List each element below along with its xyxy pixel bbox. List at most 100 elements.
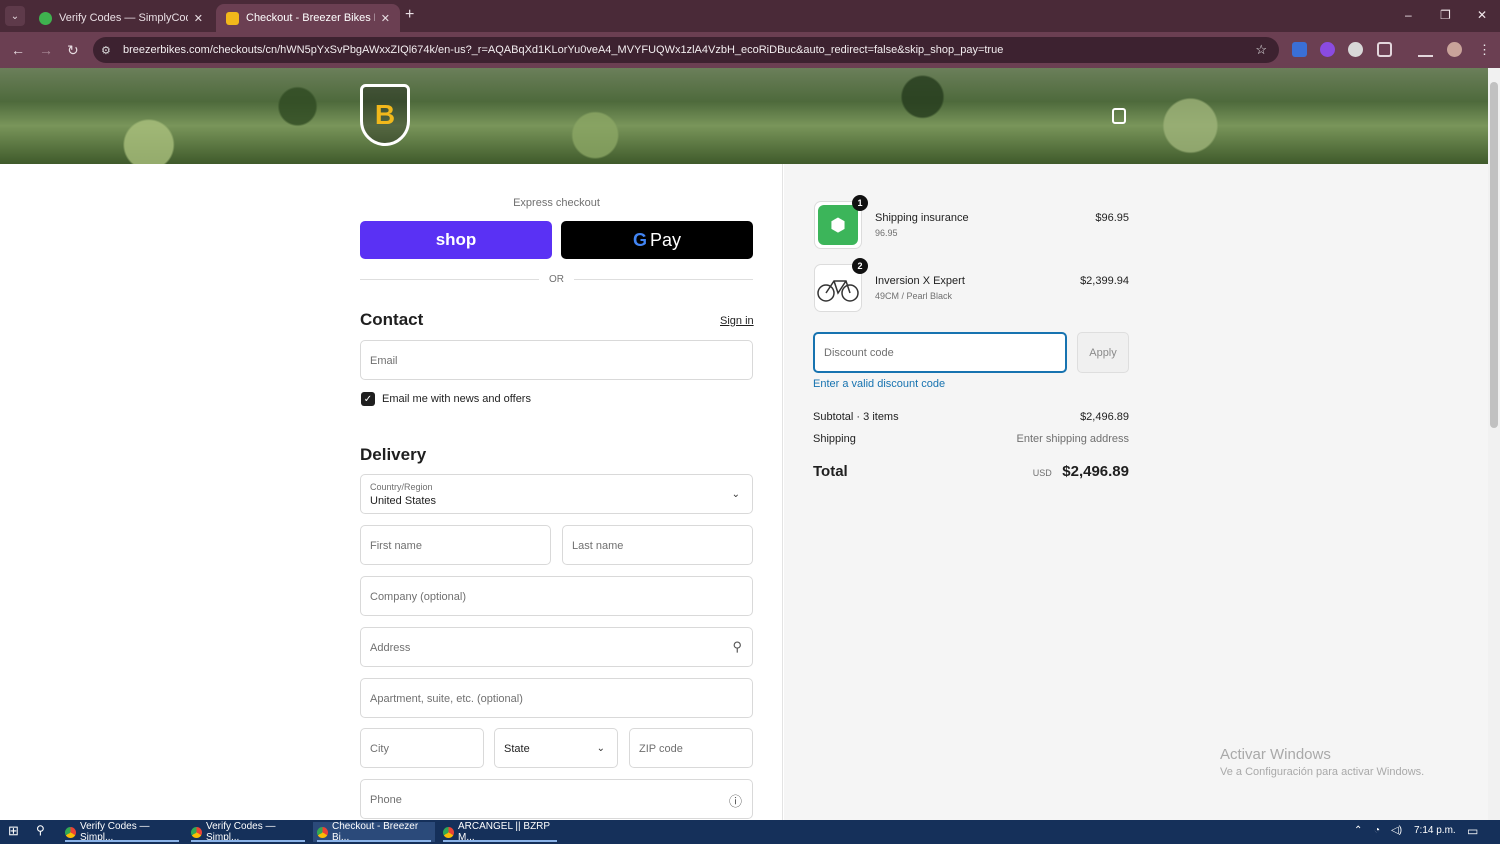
browser-tab-strip: ⌄ Verify Codes — SimplyCodes ✕ Checkout … (0, 0, 1500, 32)
line-item: ⬢ 1 Shipping insurance 96.95 $96.95 (814, 195, 1129, 249)
clock-time[interactable]: 7:14 p.m. (1414, 825, 1456, 836)
tab-list-chevron-icon[interactable]: ⌄ (5, 6, 25, 26)
tab-verify-codes[interactable]: Verify Codes — SimplyCodes ✕ (29, 4, 213, 32)
network-icon[interactable]: ◔ (1374, 825, 1380, 836)
new-tab-button[interactable]: + (405, 6, 414, 24)
phone-field[interactable]: Phone ⓘ (360, 779, 753, 819)
city-field[interactable]: City (360, 728, 484, 768)
company-field[interactable]: Company (optional) (360, 576, 753, 616)
address-bar-row: ← → ↻ ⚙ breezerbikes.com/checkouts/cn/hW… (0, 32, 1500, 68)
google-pay-button[interactable]: G Pay (561, 221, 753, 259)
minimize-button[interactable]: – (1405, 8, 1412, 22)
extension-purple-icon[interactable] (1320, 42, 1335, 57)
scrollbar-thumb[interactable] (1490, 82, 1498, 428)
back-icon[interactable]: ← (11, 42, 25, 58)
taskbar-item[interactable]: Verify Codes — Simpl... (61, 821, 183, 843)
zip-placeholder: ZIP code (639, 743, 683, 755)
first-name-field[interactable]: First name (360, 525, 551, 565)
search-icon[interactable]: ⚲ (36, 823, 45, 837)
simplycodes-favicon-icon (39, 11, 52, 25)
email-placeholder: Email (370, 355, 398, 367)
state-placeholder: State (504, 743, 530, 755)
last-name-field[interactable]: Last name (562, 525, 753, 565)
country-select[interactable]: Country/Region United States ⌄ (360, 474, 753, 514)
shipping-value: Enter shipping address (1016, 433, 1129, 445)
item-price: $2,399.94 (1080, 275, 1129, 287)
tab-close-icon[interactable]: ✕ (381, 12, 390, 25)
discount-code-input[interactable]: Discount code (813, 332, 1067, 373)
windows-taskbar: ⊞ ⚲ Verify Codes — Simpl... Verify Codes… (0, 820, 1500, 844)
discount-error-message: Enter a valid discount code (813, 378, 946, 390)
bike-thumbnail: 2 (814, 258, 868, 312)
apartment-field[interactable]: Apartment, suite, etc. (optional) (360, 678, 753, 718)
email-field[interactable]: Email (360, 340, 753, 380)
item-price: $96.95 (1095, 212, 1129, 224)
address-placeholder: Address (370, 642, 411, 654)
notifications-icon[interactable]: ▭ (1467, 824, 1478, 838)
chrome-icon (191, 826, 202, 838)
menu-kebab-icon[interactable]: ⋮ (1478, 42, 1493, 57)
shop-pay-button[interactable]: shop (360, 221, 552, 259)
or-divider: OR (360, 274, 753, 285)
extensions-puzzle-icon[interactable] (1377, 42, 1392, 57)
shipping-row: Shipping Enter shipping address (813, 433, 1129, 445)
chevron-down-icon: ⌄ (596, 743, 605, 754)
first-name-placeholder: First name (370, 540, 422, 552)
tab-close-icon[interactable]: ✕ (194, 12, 203, 25)
windows-activation-watermark: Activar Windows Ve a Configuración para … (1220, 746, 1424, 778)
newsletter-checkbox[interactable]: ✓ (361, 392, 375, 406)
phone-placeholder: Phone (370, 794, 402, 806)
tray-chevron-up-icon[interactable]: ⌃ (1354, 825, 1362, 836)
apply-discount-button[interactable]: Apply (1077, 332, 1129, 373)
taskbar-item[interactable]: ARCANGEL || BZRP M... (439, 821, 561, 843)
page-scrollbar[interactable] (1488, 68, 1500, 820)
quantity-badge: 2 (852, 258, 868, 274)
state-select[interactable]: State ⌄ (494, 728, 618, 768)
taskbar-item-label: ARCANGEL || BZRP M... (458, 821, 550, 843)
shield-icon: ⬢ (818, 205, 858, 245)
chrome-icon (65, 826, 76, 838)
shopping-bag-icon[interactable] (1112, 108, 1126, 124)
watermark-subtitle: Ve a Configuración para activar Windows. (1220, 766, 1425, 778)
company-placeholder: Company (optional) (370, 591, 466, 603)
address-field[interactable]: Address ⚲ (360, 627, 753, 667)
chrome-icon (443, 826, 454, 838)
restore-button[interactable]: ❐ (1440, 8, 1451, 22)
translate-extension-icon[interactable] (1292, 42, 1307, 57)
total-currency: USD (1032, 468, 1052, 478)
reload-icon[interactable]: ↻ (67, 42, 79, 59)
quantity-badge: 1 (852, 195, 868, 211)
item-name: Inversion X Expert (875, 275, 965, 287)
forward-icon[interactable]: → (39, 42, 53, 58)
breezer-logo[interactable]: B (360, 84, 410, 146)
taskbar-item-label: Checkout - Breezer Bi... (332, 821, 419, 843)
tab-title: Checkout - Breezer Bikes Powered (246, 12, 375, 24)
omnibox[interactable]: ⚙ breezerbikes.com/checkouts/cn/hWN5pYxS… (93, 37, 1279, 63)
help-circle-icon[interactable]: ⓘ (729, 791, 742, 810)
tab-checkout[interactable]: Checkout - Breezer Bikes Powered ✕ (216, 4, 400, 32)
bookmark-star-icon[interactable]: ☆ (1255, 42, 1267, 58)
last-name-placeholder: Last name (572, 540, 624, 552)
profile-avatar-icon[interactable] (1447, 42, 1462, 57)
country-value: United States (370, 495, 437, 507)
city-placeholder: City (370, 743, 389, 755)
windows-start-icon[interactable]: ⊞ (8, 823, 19, 839)
subtotal-label: Subtotal · 3 items (813, 411, 899, 423)
extension-gray-icon[interactable] (1348, 42, 1363, 57)
url-text[interactable]: breezerbikes.com/checkouts/cn/hWN5pYxSvP… (123, 44, 1255, 56)
window-close-button[interactable]: ✕ (1477, 8, 1487, 22)
checkout-form-column: Express checkout shop G Pay OR Contact S… (0, 164, 783, 820)
site-info-icon[interactable]: ⚙ (101, 44, 115, 57)
item-variant: 96.95 (875, 228, 898, 238)
total-row: Total USD $2,496.89 (813, 463, 1129, 481)
sign-in-link[interactable]: Sign in (720, 315, 754, 327)
volume-icon[interactable]: ◁) (1391, 825, 1402, 836)
chrome-icon (317, 826, 328, 838)
media-controls-icon[interactable] (1418, 42, 1433, 57)
delivery-heading: Delivery (360, 445, 427, 464)
taskbar-item[interactable]: Checkout - Breezer Bi... (313, 821, 435, 843)
zip-field[interactable]: ZIP code (629, 728, 753, 768)
line-item: 2 Inversion X Expert 49CM / Pearl Black … (814, 258, 1129, 312)
shipping-insurance-thumbnail: ⬢ 1 (814, 195, 868, 249)
taskbar-item[interactable]: Verify Codes — Simpl... (187, 821, 309, 843)
